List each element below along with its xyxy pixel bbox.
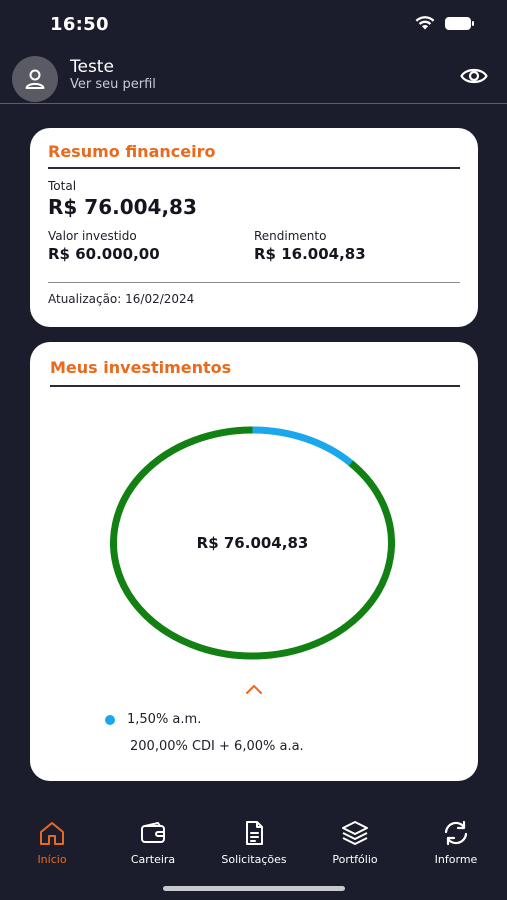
profile-name[interactable]: Teste xyxy=(70,57,114,77)
nav-label: Portfólio xyxy=(332,853,378,866)
invested-label: Valor investido xyxy=(48,229,137,243)
header-divider xyxy=(0,103,507,104)
legend-item: 1,50% a.m. xyxy=(105,712,201,727)
nav-item-portfolio[interactable]: Portfólio xyxy=(305,820,405,866)
eye-icon xyxy=(460,68,488,84)
legend-description: 200,00% CDI + 6,00% a.a. xyxy=(130,739,304,754)
legend-rate: 1,50% a.m. xyxy=(127,712,202,727)
avatar[interactable] xyxy=(12,56,58,102)
update-date: Atualização: 16/02/2024 xyxy=(48,292,195,306)
summary-divider xyxy=(48,282,460,283)
bottom-navigation: Início Carteira Solicitações Portfólio I… xyxy=(0,820,507,880)
wallet-icon xyxy=(141,822,165,843)
nav-item-carteira[interactable]: Carteira xyxy=(103,820,203,866)
summary-card: Resumo financeiro Total R$ 76.004,83 Val… xyxy=(30,128,478,327)
toggle-visibility-button[interactable] xyxy=(459,64,489,88)
legend-dot xyxy=(105,714,115,725)
nav-item-informe[interactable]: Informe xyxy=(406,820,506,866)
donut-center-value: R$ 76.004,83 xyxy=(196,534,309,552)
status-bar: 16:50 xyxy=(0,0,507,48)
layers-icon xyxy=(342,821,368,845)
status-icons xyxy=(415,16,474,30)
chevron-up-icon[interactable] xyxy=(244,682,264,696)
document-icon xyxy=(246,821,263,845)
refresh-icon xyxy=(444,820,468,846)
yield-label: Rendimento xyxy=(254,229,327,243)
invested-value: R$ 60.000,00 xyxy=(48,245,160,263)
investments-card: Meus investimentos R$ 76.004,83 1,50% a.… xyxy=(30,342,478,781)
nav-label: Carteira xyxy=(130,853,176,866)
investments-title-underline xyxy=(50,385,460,387)
investments-title: Meus investimentos xyxy=(50,358,232,377)
summary-title-underline xyxy=(48,167,460,169)
wifi-icon xyxy=(415,16,435,30)
nav-label: Início xyxy=(37,853,67,866)
battery-icon xyxy=(445,16,474,30)
home-icon xyxy=(40,822,64,845)
yield-value: R$ 16.004,83 xyxy=(254,245,366,263)
nav-item-solicitacoes[interactable]: Solicitações xyxy=(204,820,304,866)
total-label: Total xyxy=(48,179,77,193)
user-icon xyxy=(25,69,45,89)
total-value: R$ 76.004,83 xyxy=(48,195,197,219)
profile-header: Teste Ver seu perfil xyxy=(0,52,507,104)
nav-label: Solicitações xyxy=(221,853,287,866)
nav-label: Informe xyxy=(434,853,478,866)
summary-title: Resumo financeiro xyxy=(48,142,216,161)
nav-item-inicio[interactable]: Início xyxy=(2,820,102,866)
view-profile-link[interactable]: Ver seu perfil xyxy=(70,77,156,92)
home-indicator xyxy=(163,886,345,891)
status-time: 16:50 xyxy=(50,14,109,35)
